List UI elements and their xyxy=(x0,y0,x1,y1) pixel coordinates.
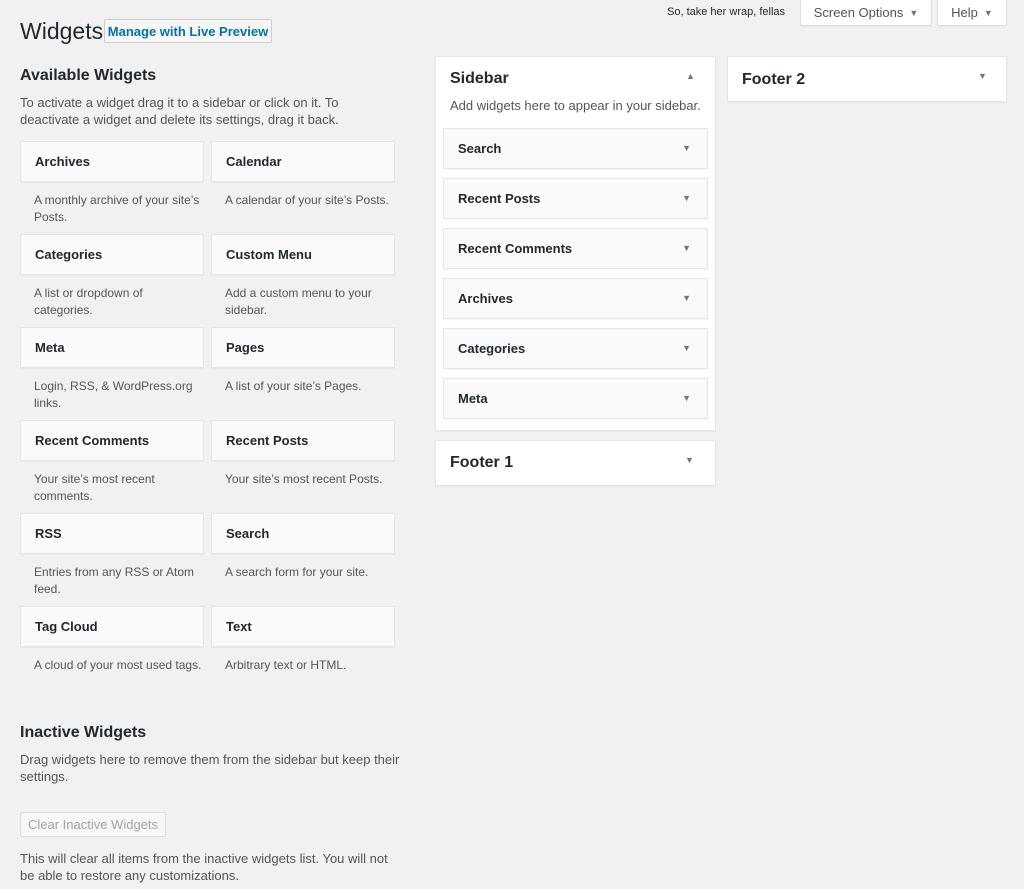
widget-description: A monthly archive of your site’s Posts. xyxy=(34,193,200,224)
available-widget[interactable]: Meta xyxy=(20,327,204,368)
available-widgets-description: To activate a widget drag it to a sideba… xyxy=(20,95,339,127)
caret-down-icon[interactable]: ▼ xyxy=(978,71,987,81)
widget-title: Tag Cloud xyxy=(35,619,98,634)
sidebar-widget-title: Meta xyxy=(458,391,488,406)
widget-description: A cloud of your most used tags. xyxy=(34,658,202,672)
widget-description: Your site’s most recent Posts. xyxy=(225,472,383,486)
widget-title: Text xyxy=(226,619,252,634)
available-widget[interactable]: Categories xyxy=(20,234,204,275)
widget-description: Entries from any RSS or Atom feed. xyxy=(34,565,195,596)
widget-title: Meta xyxy=(35,340,65,355)
sidebar-widget-title: Recent Posts xyxy=(458,191,541,206)
caret-down-icon: ▼ xyxy=(983,7,993,18)
available-widget[interactable]: Recent Posts xyxy=(211,420,395,461)
widget-title: Search xyxy=(226,526,270,541)
widget-title: RSS xyxy=(35,526,62,541)
widget-title: Categories xyxy=(35,247,103,262)
live-preview-button[interactable]: Manage with Live Preview xyxy=(104,19,272,43)
caret-down-icon: ▼ xyxy=(909,7,919,18)
howdy-text: So, take her wrap, fellas xyxy=(667,6,786,18)
caret-down-icon[interactable]: ▼ xyxy=(682,143,691,153)
clear-inactive-widgets-button[interactable]: Clear Inactive Widgets xyxy=(20,812,166,837)
widget-title: Archives xyxy=(35,154,90,169)
available-widget[interactable]: RSS xyxy=(20,513,204,554)
widget-description: Your site’s most recent comments. xyxy=(34,472,155,503)
inactive-widgets-description: Drag widgets here to remove them from th… xyxy=(20,752,400,784)
sidebar-title: Sidebar xyxy=(450,70,509,87)
sidebar-widget-title: Search xyxy=(458,141,502,156)
caret-down-icon[interactable]: ▼ xyxy=(682,293,691,303)
widget-description: Login, RSS, & WordPress.org links. xyxy=(34,379,193,410)
caret-down-icon[interactable]: ▼ xyxy=(682,193,691,203)
help-label: Help xyxy=(951,5,978,20)
widget-description: A calendar of your site’s Posts. xyxy=(225,193,389,207)
sidebar-widget[interactable]: Recent Comments ▼ xyxy=(443,228,708,269)
available-widget[interactable]: Tag Cloud xyxy=(20,606,204,647)
available-widgets-title: Available Widgets xyxy=(20,67,157,84)
caret-down-icon[interactable]: ▼ xyxy=(682,243,691,253)
sidebar-widget[interactable]: Meta ▼ xyxy=(443,378,708,419)
sidebar-widget-title: Categories xyxy=(458,341,526,356)
clear-inactive-note: This will clear all items from the inact… xyxy=(20,851,388,883)
sidebar-widget-title: Archives xyxy=(458,291,513,306)
widget-title: Recent Posts xyxy=(226,433,309,448)
available-widget[interactable]: Recent Comments xyxy=(20,420,204,461)
widget-description: Add a custom menu to your sidebar. xyxy=(225,286,372,317)
widget-description: A list or dropdown of categories. xyxy=(34,286,143,317)
sidebar-widget[interactable]: Archives ▼ xyxy=(443,278,708,319)
caret-down-icon[interactable]: ▼ xyxy=(685,455,694,465)
caret-up-icon[interactable]: ▲ xyxy=(686,71,695,81)
sidebar-widget-title: Recent Comments xyxy=(458,241,573,256)
widget-title: Recent Comments xyxy=(35,433,150,448)
available-widget[interactable]: Text xyxy=(211,606,395,647)
sidebar-widget[interactable]: Recent Posts ▼ xyxy=(443,178,708,219)
sidebar-widget[interactable]: Categories ▼ xyxy=(443,328,708,369)
available-widget[interactable]: Custom Menu xyxy=(211,234,395,275)
widget-title: Custom Menu xyxy=(226,247,312,262)
help-button[interactable]: Help ▼ xyxy=(937,0,1007,26)
available-widget[interactable]: Pages xyxy=(211,327,395,368)
available-widget[interactable]: Archives xyxy=(20,141,204,182)
available-widget[interactable]: Calendar xyxy=(211,141,395,182)
caret-down-icon[interactable]: ▼ xyxy=(682,393,691,403)
widget-description: A search form for your site. xyxy=(225,565,369,579)
footer2-title: Footer 2 xyxy=(742,71,806,88)
widget-description: Arbitrary text or HTML. xyxy=(225,658,347,672)
widget-description: A list of your site’s Pages. xyxy=(225,379,362,393)
screen-options-label: Screen Options xyxy=(813,5,904,20)
available-widget[interactable]: Search xyxy=(211,513,395,554)
footer1-title: Footer 1 xyxy=(450,454,514,471)
widget-title: Pages xyxy=(226,340,265,355)
screen-options-button[interactable]: Screen Options ▼ xyxy=(800,0,932,26)
sidebar-description: Add widgets here to appear in your sideb… xyxy=(450,98,701,113)
inactive-widgets-title: Inactive Widgets xyxy=(20,724,147,741)
caret-down-icon[interactable]: ▼ xyxy=(682,343,691,353)
page-title: Widgets xyxy=(20,18,104,44)
sidebar-widget[interactable]: Search ▼ xyxy=(443,128,708,169)
widget-title: Calendar xyxy=(226,154,282,169)
